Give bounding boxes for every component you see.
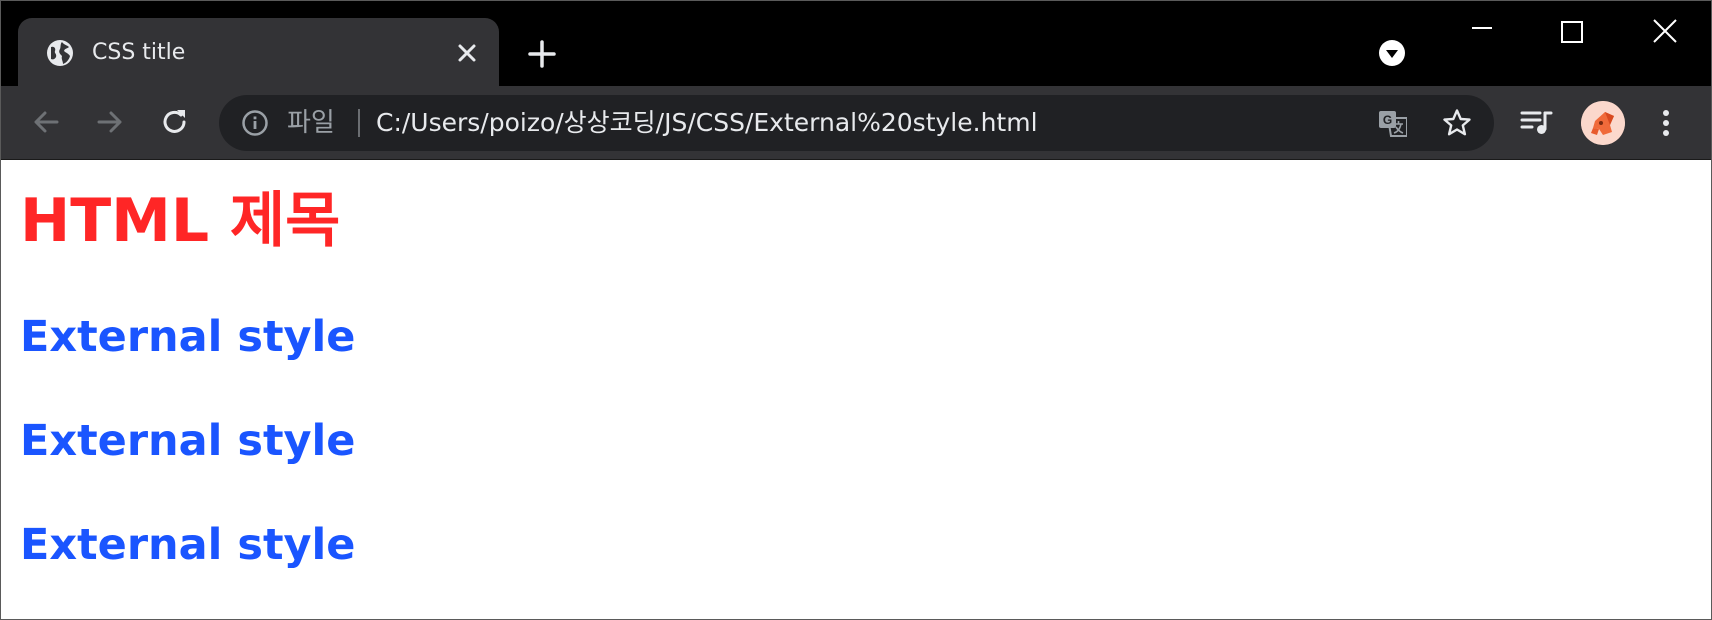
tab-strip: CSS title <box>1 1 1711 86</box>
minimize-icon[interactable] <box>1469 15 1495 41</box>
globe-icon <box>47 40 73 66</box>
tab-title: CSS title <box>92 40 186 65</box>
profile-avatar[interactable] <box>1581 101 1625 145</box>
tab-close-icon[interactable] <box>454 40 480 66</box>
browser-toolbar: 파일 C:/Users/poizo/상상코딩/JS/CSS/External%2… <box>1 86 1711 160</box>
url-text[interactable]: C:/Users/poizo/상상코딩/JS/CSS/External%20st… <box>376 106 1038 140</box>
external-style-heading: External style <box>20 520 356 570</box>
browser-window: CSS title 파일 C:/Users/poizo/상상코딩/JS/CSS/… <box>0 0 1712 620</box>
back-arrow-icon[interactable] <box>29 105 63 139</box>
page-heading: HTML 제목 <box>20 186 341 256</box>
forward-arrow-icon[interactable] <box>93 105 127 139</box>
avatar-image <box>1581 101 1625 145</box>
bookmark-star-icon[interactable] <box>1441 107 1473 139</box>
tab-css-title[interactable]: CSS title <box>18 18 499 86</box>
external-style-heading: External style <box>20 312 356 362</box>
page-content: HTML 제목 External style External style Ex… <box>1 160 1711 619</box>
menu-icon[interactable] <box>1655 107 1677 139</box>
file-scheme-label: 파일 <box>287 108 335 138</box>
tab-search-icon[interactable] <box>1377 38 1407 68</box>
omnibox-separator <box>358 109 360 137</box>
close-icon[interactable] <box>1651 17 1679 45</box>
new-tab-icon[interactable] <box>525 37 559 71</box>
maximize-icon[interactable] <box>1560 20 1584 44</box>
reload-icon[interactable] <box>158 105 192 139</box>
external-style-heading: External style <box>20 416 356 466</box>
address-bar[interactable]: 파일 C:/Users/poizo/상상코딩/JS/CSS/External%2… <box>219 95 1494 151</box>
media-control-icon[interactable] <box>1520 107 1554 137</box>
svg-text:G: G <box>1383 113 1392 127</box>
translate-icon[interactable]: G <box>1377 108 1407 138</box>
info-icon[interactable] <box>241 109 269 137</box>
